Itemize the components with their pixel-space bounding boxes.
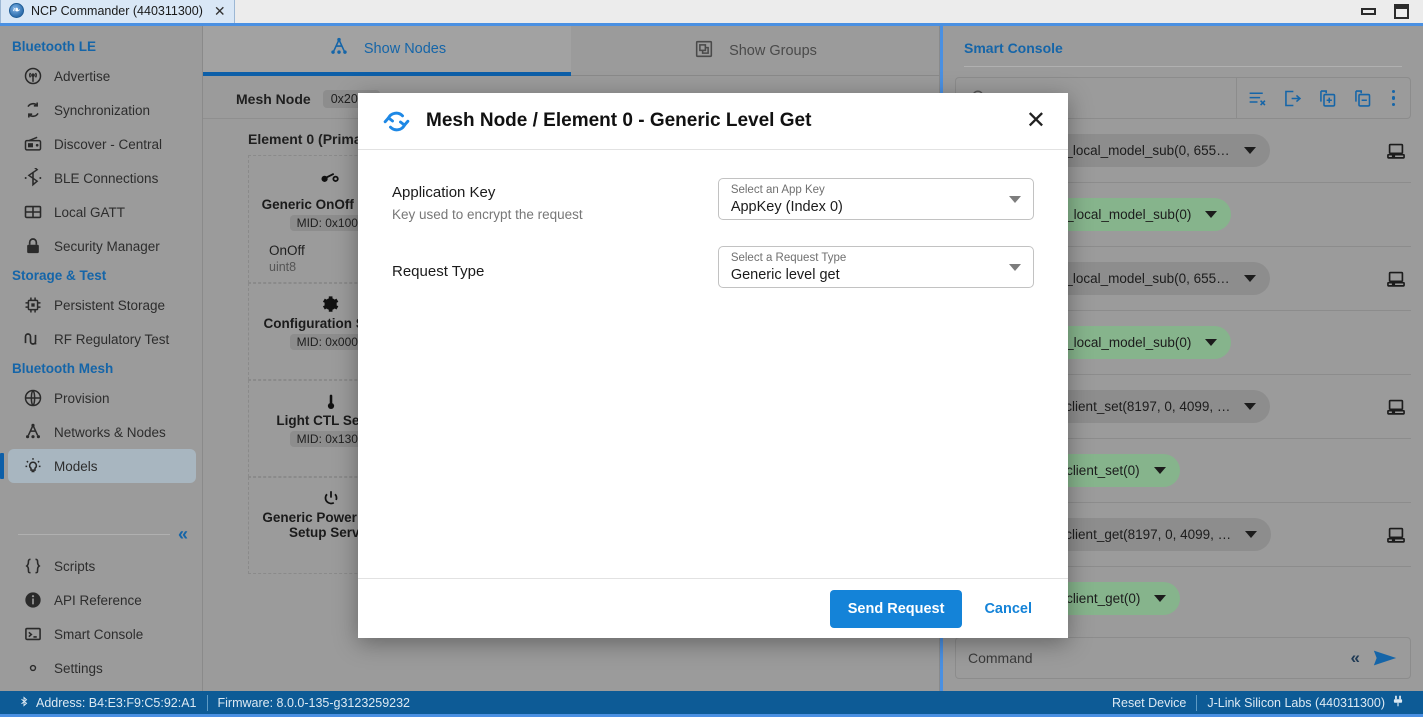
dialog-footer: Send Request Cancel xyxy=(358,578,1068,638)
generic-level-get-dialog: Mesh Node / Element 0 - Generic Level Ge… xyxy=(358,93,1068,638)
status-firmware-label: Firmware: 8.0.0-135-g3123259232 xyxy=(218,696,410,710)
dialog-header: Mesh Node / Element 0 - Generic Level Ge… xyxy=(358,93,1068,150)
reset-device-label: Reset Device xyxy=(1112,696,1186,710)
bluetooth-icon xyxy=(18,694,30,712)
status-address: Address: B4:E3:F9:C5:92:A1 xyxy=(8,694,207,712)
select-value: AppKey (Index 0) xyxy=(731,197,999,217)
status-address-label: Address: B4:E3:F9:C5:92:A1 xyxy=(36,696,197,710)
status-bar-right: Reset Device J-Link Silicon Labs (440311… xyxy=(1102,694,1415,712)
reset-device-button[interactable]: Reset Device xyxy=(1102,694,1196,712)
dialog-body: Application Key Key used to encrypt the … xyxy=(358,150,1068,578)
adapter-label: J-Link Silicon Labs (440311300) xyxy=(1207,696,1385,710)
refresh-icon xyxy=(382,107,411,136)
app-window: ❧ NCP Commander (440311300) ✕ Bluetooth … xyxy=(0,0,1423,717)
send-request-button[interactable]: Send Request xyxy=(830,590,963,628)
select-placeholder: Select a Request Type xyxy=(731,251,999,265)
status-bar: Address: B4:E3:F9:C5:92:A1 Firmware: 8.0… xyxy=(0,691,1423,717)
form-row-request-type: Request Type Select a Request Type Gener… xyxy=(392,246,1034,288)
cancel-button[interactable]: Cancel xyxy=(970,590,1046,628)
select-placeholder: Select an App Key xyxy=(731,183,999,197)
chevron-down-icon[interactable] xyxy=(1009,196,1021,203)
modal-overlay: Mesh Node / Element 0 - Generic Level Ge… xyxy=(0,0,1423,717)
form-label-column: Request Type xyxy=(392,246,718,280)
form-row-application-key: Application Key Key used to encrypt the … xyxy=(392,178,1034,222)
request-type-select[interactable]: Select a Request Type Generic level get xyxy=(718,246,1034,288)
form-label-column: Application Key Key used to encrypt the … xyxy=(392,178,718,222)
chevron-down-icon[interactable] xyxy=(1009,264,1021,271)
field-description: Key used to encrypt the request xyxy=(392,207,718,222)
app-key-select[interactable]: Select an App Key AppKey (Index 0) xyxy=(718,178,1034,220)
dialog-title: Mesh Node / Element 0 - Generic Level Ge… xyxy=(426,110,811,132)
close-icon[interactable]: ✕ xyxy=(1026,109,1046,133)
select-value: Generic level get xyxy=(731,265,999,285)
field-label: Request Type xyxy=(392,263,718,280)
status-firmware: Firmware: 8.0.0-135-g3123259232 xyxy=(208,694,420,712)
plug-icon xyxy=(1391,694,1405,711)
field-label: Application Key xyxy=(392,184,718,201)
adapter-info[interactable]: J-Link Silicon Labs (440311300) xyxy=(1197,694,1415,712)
